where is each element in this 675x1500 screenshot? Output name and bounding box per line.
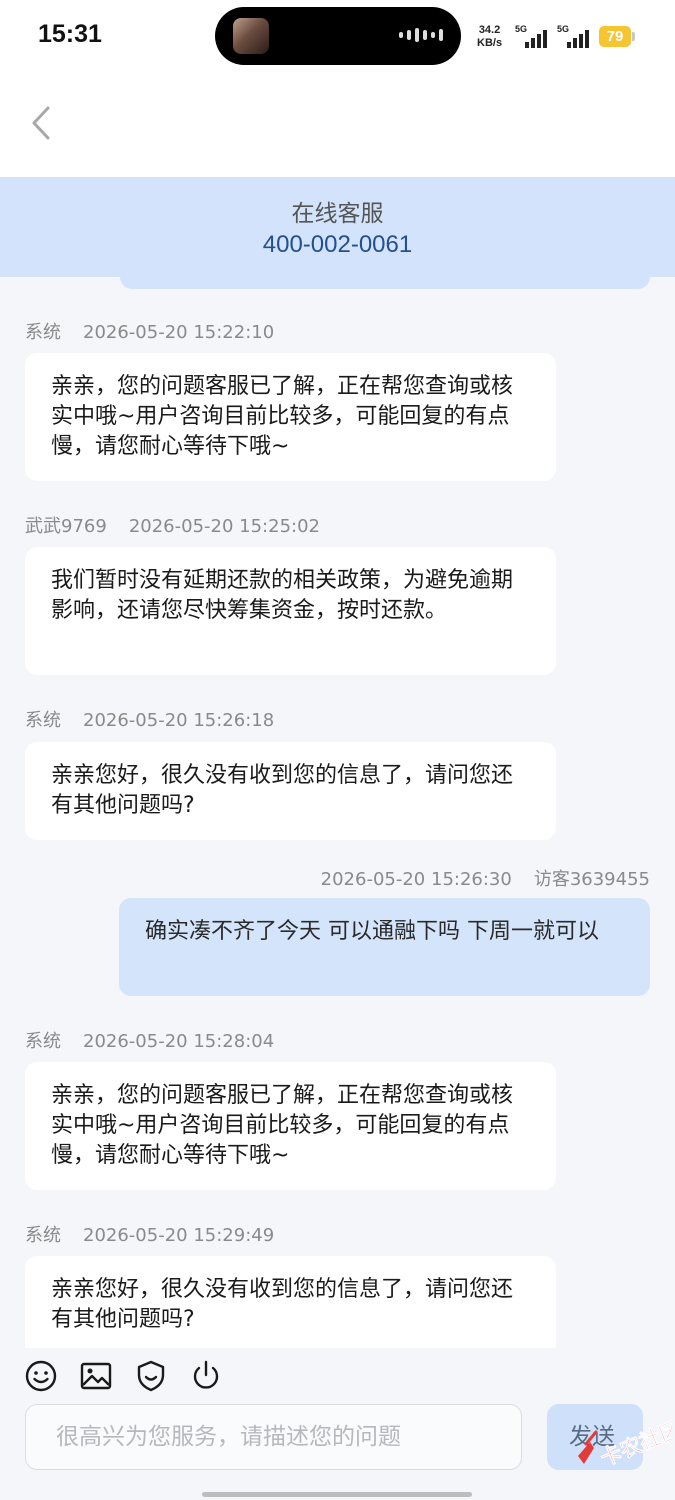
image-icon [80, 1362, 112, 1390]
message-meta: 武武9769 2026-05-20 15:25:02 [25, 512, 320, 538]
emoji-icon [25, 1360, 57, 1392]
message-bubble: 亲亲，您的问题客服已了解，正在帮您查询或核实中哦~用户咨询目前比较多，可能回复的… [25, 353, 556, 481]
message-meta: 系统 2026-05-20 15:28:04 [25, 1027, 274, 1053]
signal-2-icon: 5G [557, 24, 593, 48]
network-speed: 34.2 KB/s [477, 24, 502, 50]
message-input-wrapper [25, 1404, 522, 1470]
status-time: 15:31 [38, 20, 102, 48]
shield-icon [137, 1360, 165, 1392]
message-time: 2026-05-20 15:22:10 [83, 322, 275, 343]
battery-level: 79 [599, 26, 631, 47]
service-title: 在线客服 [291, 201, 384, 227]
navigation-bar [0, 75, 675, 177]
message-time: 2026-05-20 15:26:18 [83, 710, 275, 731]
home-indicator[interactable] [202, 1492, 472, 1497]
message-sender: 武武9769 [25, 516, 107, 537]
message-sender: 系统 [25, 1031, 61, 1052]
message-bubble: 我们暂时没有延期还款的相关政策，为避免逾期影响，还请您尽快筹集资金，按时还款。 [25, 547, 556, 675]
message-time: 2026-05-20 15:29:49 [83, 1225, 275, 1246]
watermark-logo: 卡农社区 [578, 1417, 672, 1468]
network-speed-value: 34.2 [478, 24, 501, 36]
message-input[interactable] [26, 1405, 521, 1469]
message-sender: 访客3639455 [533, 869, 650, 890]
message-bubble: 亲亲您好，很久没有收到您的信息了，请问您还有其他问题吗? [25, 742, 556, 840]
message-sender: 系统 [25, 710, 61, 731]
dynamic-island[interactable] [215, 7, 461, 65]
message-meta: 系统 2026-05-20 15:26:18 [25, 706, 274, 732]
power-icon [193, 1360, 219, 1389]
service-header: 在线客服 400-002-0061 [0, 177, 675, 277]
signal-1-icon: 5G [515, 24, 551, 48]
service-phone[interactable]: 400-002-0061 [0, 231, 675, 259]
end-session-button[interactable] [188, 1358, 224, 1394]
emoji-button[interactable] [23, 1358, 59, 1394]
evaluate-button[interactable] [133, 1358, 169, 1394]
message-time: 2026-05-20 15:28:04 [83, 1031, 275, 1052]
svg-text:卡农社区: 卡农社区 [597, 1417, 672, 1468]
message-meta: 2026-05-20 15:26:30 访客3639455 [321, 865, 650, 891]
message-bubble: 亲亲，您的问题客服已了解，正在帮您查询或核实中哦~用户咨询目前比较多，可能回复的… [25, 1062, 556, 1190]
back-button[interactable] [28, 103, 58, 143]
header-tab [120, 277, 650, 289]
message-bubble-self: 确实凑不齐了今天 可以通融下吗 下周一就可以 [119, 898, 650, 996]
message-meta: 系统 2026-05-20 15:29:49 [25, 1221, 274, 1247]
message-meta: 系统 2026-05-20 15:22:10 [25, 318, 274, 344]
status-bar: 15:31 34.2 KB/s 5G 5G 79 [0, 0, 675, 75]
message-sender: 系统 [25, 322, 61, 343]
network-speed-unit: KB/s [477, 37, 503, 49]
battery-tip [632, 32, 635, 41]
message-sender: 系统 [25, 1225, 61, 1246]
message-time: 2026-05-20 15:26:30 [320, 869, 512, 890]
audio-wave-icon [399, 27, 443, 43]
message-time: 2026-05-20 15:25:02 [128, 516, 320, 537]
chevron-left-icon [32, 106, 50, 140]
island-media-thumbnail [233, 18, 269, 54]
image-button[interactable] [78, 1358, 114, 1394]
